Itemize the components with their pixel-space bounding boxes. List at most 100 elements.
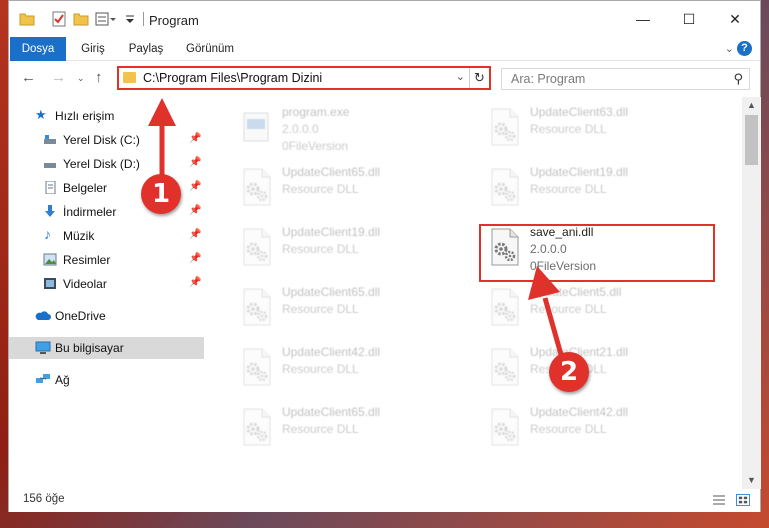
callout-2: 2 [549,352,589,392]
file-name: UpdateClient65.dll [282,285,381,299]
sidebar-item-label: Yerel Disk (D:) [63,157,140,171]
close-button[interactable]: ✕ [712,1,758,37]
scroll-down-icon[interactable]: ▼ [742,472,761,489]
tab-share[interactable]: Paylaş [119,37,173,61]
recent-locations-icon[interactable]: ⌄ [77,73,85,84]
file-item[interactable]: UpdateClient42.dll Resource DLL [480,403,710,459]
sidebar-item-label: Videolar [63,277,107,291]
sidebar-item-label: OneDrive [55,309,106,323]
file-item[interactable]: program.exe 2.0.0.0 0FileVersion [232,103,462,159]
file-item[interactable]: UpdateClient65.dll Resource DLL [232,283,462,339]
address-bar[interactable]: C:\Program Files\Program Dizini ⌄ ↻ [117,66,491,90]
pin-icon[interactable]: 📌 [189,157,201,168]
dll-gear-icon [238,347,274,387]
file-item[interactable]: UpdateClient19.dll Resource DLL [232,223,462,279]
back-arrow-icon[interactable]: ← [21,69,36,86]
file-type: Resource DLL [530,182,607,196]
new-folder-icon[interactable] [73,11,89,27]
sidebar-item-music[interactable]: ♪ Müzik 📌 [9,225,204,247]
file-name: UpdateClient65.dll [282,405,381,419]
address-dropdown-icon[interactable]: ⌄ [456,70,465,83]
sidebar-item-videos[interactable]: Videolar 📌 [9,273,204,295]
pin-icon[interactable]: 📌 [189,277,201,288]
dll-gear-icon [486,167,522,207]
address-path: C:\Program Files\Program Dizini [143,71,323,85]
network-icon [36,374,50,383]
sidebar-item-network[interactable]: Ağ [9,369,204,391]
item-count: 156 öğe [23,493,65,505]
search-icon[interactable]: ⚲ [733,71,743,87]
sidebar-item-local-disk-c[interactable]: Yerel Disk (C:) 📌 [9,129,204,151]
videos-icon [44,278,56,289]
file-version: 0FileVersion [282,139,349,153]
file-type: Resource DLL [530,422,607,436]
tab-home[interactable]: Giriş [69,37,117,61]
dll-gear-icon [238,227,274,267]
file-type: Resource DLL [282,182,359,196]
details-view-icon[interactable] [712,494,726,506]
sidebar-item-label: Hızlı erişim [55,109,115,123]
help-icon[interactable]: ? [737,41,752,56]
sidebar-item-this-pc[interactable]: Bu bilgisayar [9,337,204,359]
window-title: Program [149,13,199,28]
search-placeholder: Ara: Program [511,72,586,86]
file-name: program.exe [282,105,350,119]
forward-arrow-icon[interactable]: → [51,69,66,86]
file-name: UpdateClient63.dll [530,105,629,119]
file-type: 2.0.0.0 [282,122,319,136]
star-icon: ★ [35,107,47,122]
download-icon [45,205,55,217]
maximize-button[interactable]: ☐ [666,1,712,37]
pin-icon[interactable]: 📌 [189,181,201,192]
drive-icon [44,135,56,144]
sidebar-item-onedrive[interactable]: OneDrive [9,305,204,327]
file-item[interactable]: UpdateClient65.dll Resource DLL [232,403,462,459]
file-item[interactable]: UpdateClient63.dll Resource DLL [480,103,710,159]
refresh-icon[interactable]: ↻ [469,68,489,88]
file-name: UpdateClient5.dll [530,285,622,299]
scroll-thumb[interactable] [745,115,758,165]
dll-gear-icon [486,407,522,447]
scroll-up-icon[interactable]: ▲ [742,97,761,114]
customize-toolbar-icon[interactable] [95,11,117,27]
callout-1: 1 [141,174,181,214]
file-item[interactable]: UpdateClient5.dll Resource DLL [480,283,710,339]
sidebar-item-quick-access[interactable]: ★ Hızlı erişim [9,105,204,127]
dll-gear-icon [486,107,522,147]
sidebar-item-label: İndirmeler [63,205,117,219]
qat-dropdown-icon[interactable] [125,11,135,27]
file-type: Resource DLL [282,242,359,256]
up-arrow-icon[interactable]: ↑ [95,69,103,86]
documents-icon [45,181,56,194]
status-bar: 156 öğe [9,489,760,512]
properties-icon[interactable] [51,11,67,27]
pin-icon[interactable]: 📌 [189,133,201,144]
pin-icon[interactable]: 📌 [189,229,201,240]
pin-icon[interactable]: 📌 [189,253,201,264]
title-bar: Program — ☐ ✕ [9,1,760,37]
pin-icon[interactable]: 📌 [189,205,201,216]
title-separator [143,12,144,26]
folder-icon[interactable] [19,11,35,27]
navigation-pane: ★ Hızlı erişim Yerel Disk (C:) 📌 Yerel D… [9,97,206,489]
sidebar-item-label: Belgeler [63,181,108,195]
file-item[interactable]: UpdateClient19.dll Resource DLL [480,163,710,219]
search-input[interactable]: Ara: Program ⚲ [501,68,750,90]
file-type: Resource DLL [530,122,607,136]
sidebar-item-local-disk-d[interactable]: Yerel Disk (D:) 📌 [9,153,204,175]
large-icons-view-icon[interactable] [736,494,750,506]
tab-view[interactable]: Görünüm [177,37,243,61]
tab-file[interactable]: Dosya [10,37,66,61]
file-item[interactable]: UpdateClient65.dll Resource DLL [232,163,462,219]
file-name: UpdateClient19.dll [282,225,381,239]
sidebar-item-pictures[interactable]: Resimler 📌 [9,249,204,271]
file-item[interactable]: UpdateClient42.dll Resource DLL [232,343,462,399]
vertical-scrollbar[interactable]: ▲ ▼ [742,97,761,489]
file-name: UpdateClient42.dll [530,405,629,419]
expand-ribbon-icon[interactable]: ⌄ [725,42,734,55]
highlight-box [479,224,715,282]
file-type: Resource DLL [282,362,359,376]
file-type: Resource DLL [282,302,359,316]
file-item[interactable]: UpdateClient21.dllResource DLL [480,343,710,399]
minimize-button[interactable]: — [620,1,666,37]
